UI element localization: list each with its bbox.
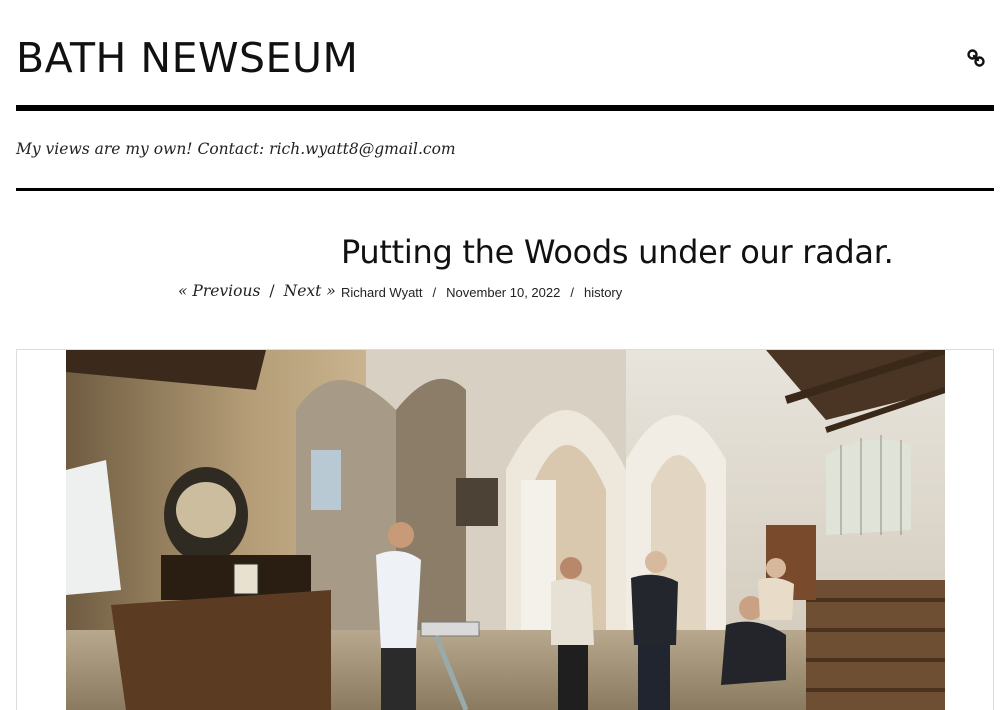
meta-separator: / bbox=[432, 285, 437, 300]
site-tagline: My views are my own! Contact: rich.wyatt… bbox=[16, 140, 456, 158]
post-category[interactable]: history bbox=[584, 285, 622, 300]
link-button[interactable] bbox=[962, 44, 990, 72]
pagination-separator: / bbox=[269, 282, 275, 300]
site-title[interactable]: BATH NEWSEUM bbox=[16, 34, 358, 82]
header-divider bbox=[16, 105, 994, 111]
next-post-link[interactable]: Next » bbox=[284, 282, 336, 300]
post-meta: Richard Wyatt / November 10, 2022 / history bbox=[341, 285, 622, 300]
featured-image-frame bbox=[16, 349, 994, 710]
post-date[interactable]: November 10, 2022 bbox=[446, 285, 560, 300]
meta-separator: / bbox=[570, 285, 574, 300]
post-author[interactable]: Richard Wyatt bbox=[341, 285, 423, 300]
post-pagination: « Previous / Next » bbox=[178, 282, 336, 300]
tagline-divider bbox=[16, 188, 994, 191]
link-icon bbox=[967, 49, 985, 67]
post-title: Putting the Woods under our radar. bbox=[341, 233, 894, 271]
previous-post-link[interactable]: « Previous bbox=[178, 282, 260, 300]
featured-image bbox=[66, 350, 945, 710]
